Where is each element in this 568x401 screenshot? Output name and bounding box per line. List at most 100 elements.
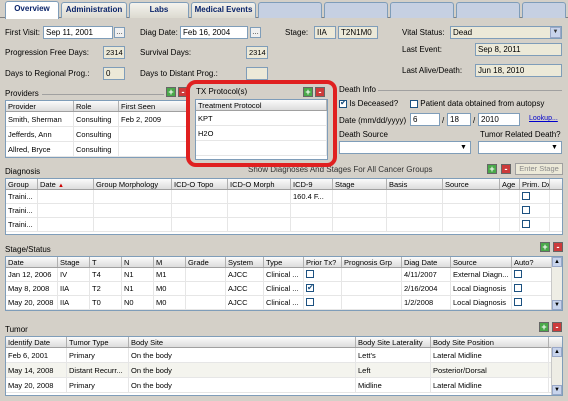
- stage-scrollbar[interactable]: ▲ ▼: [551, 257, 562, 310]
- stage-col[interactable]: Type: [264, 257, 304, 267]
- prior-tx-checkbox[interactable]: [304, 296, 342, 309]
- tumor-remove-button[interactable]: -: [552, 322, 562, 332]
- tumor-add-button[interactable]: +: [539, 322, 549, 332]
- enter-stage-button[interactable]: Enter Stage: [515, 163, 563, 175]
- diag-col[interactable]: ICD-O Topo: [172, 179, 228, 189]
- tx-remove-button[interactable]: -: [315, 87, 325, 97]
- diag-icd9: 160.4 F...: [291, 190, 333, 203]
- table-row[interactable]: May 20, 2008 IIA T0 N0 M0 AJCC Clinical …: [6, 296, 562, 310]
- stage-col[interactable]: Stage: [58, 257, 90, 267]
- table-row[interactable]: Traini...: [6, 204, 562, 218]
- prior-tx-checkbox[interactable]: [304, 282, 342, 295]
- diagnosis-remove-button[interactable]: -: [501, 164, 511, 174]
- prim-dx-checkbox[interactable]: [520, 190, 550, 203]
- tumor-col[interactable]: Body Site Laterality: [356, 337, 431, 347]
- diag-col[interactable]: ICD-9: [291, 179, 333, 189]
- tumor-col[interactable]: Identify Date: [6, 337, 67, 347]
- tab-obscured-5[interactable]: [522, 2, 566, 18]
- death-month-field[interactable]: 6: [410, 113, 440, 126]
- stage-remove-button[interactable]: -: [553, 242, 563, 252]
- providers-add-button[interactable]: +: [166, 87, 176, 97]
- vital-status-select[interactable]: Dead: [450, 26, 562, 39]
- tab-obscured-2[interactable]: [324, 2, 388, 18]
- table-row[interactable]: [196, 141, 327, 156]
- table-row[interactable]: Traini...: [6, 218, 562, 232]
- stage-col[interactable]: System: [226, 257, 264, 267]
- table-row[interactable]: May 14, 2008 Distant Recurr... On the bo…: [6, 363, 562, 378]
- vital-status-dropdown-icon[interactable]: ▼: [550, 27, 561, 38]
- diag-col[interactable]: Date ▲: [38, 179, 94, 189]
- tumor-col[interactable]: Body Site Position: [431, 337, 549, 347]
- first-visit-picker-button[interactable]: …: [114, 27, 125, 38]
- diag-col[interactable]: Prim. Dx: [520, 179, 550, 189]
- death-day-field[interactable]: 18: [447, 113, 471, 126]
- table-row[interactable]: Traini... 160.4 F...: [6, 190, 562, 204]
- diag-col[interactable]: Group: [6, 179, 38, 189]
- stage-add-button[interactable]: +: [540, 242, 550, 252]
- is-deceased-checkbox[interactable]: Is Deceased?: [339, 98, 398, 109]
- table-row[interactable]: H2O: [196, 126, 327, 141]
- table-row[interactable]: KPT: [196, 111, 327, 126]
- tab-medical-events[interactable]: Medical Events: [191, 2, 256, 18]
- tab-administration[interactable]: Administration: [61, 2, 127, 18]
- table-row[interactable]: Allred, Bryce Consulting: [6, 142, 190, 157]
- table-row[interactable]: Jefferds, Ann Consulting: [6, 127, 190, 142]
- tumor-related-select[interactable]: [478, 141, 562, 154]
- providers-col-role[interactable]: Role: [74, 101, 119, 111]
- table-row[interactable]: Smith, Sherman Consulting Feb 2, 2009: [6, 112, 190, 127]
- tumor-col[interactable]: Tumor Type: [67, 337, 129, 347]
- death-year-field[interactable]: 2010: [478, 113, 520, 126]
- diagnosis-add-button[interactable]: +: [487, 164, 497, 174]
- stage-col[interactable]: M: [154, 257, 186, 267]
- tumor-scrollbar[interactable]: ▲ ▼: [551, 347, 562, 395]
- diag-col[interactable]: Age: [500, 179, 520, 189]
- diag-date-picker-button[interactable]: …: [250, 27, 261, 38]
- scroll-down-icon[interactable]: ▼: [552, 385, 562, 395]
- table-row[interactable]: May 8, 2008 IIA T2 N1 M0 AJCC Clinical .…: [6, 282, 562, 296]
- tumor-body-site: On the body: [129, 378, 356, 392]
- table-row[interactable]: Jan 12, 2006 IV T4 N1 M1 AJCC Clinical .…: [6, 268, 562, 282]
- stage-col[interactable]: Prognosis Grp: [342, 257, 402, 267]
- tab-obscured-3[interactable]: [390, 2, 454, 18]
- prim-dx-checkbox[interactable]: [520, 218, 550, 231]
- table-row[interactable]: May 20, 2008 Primary On the body Midline…: [6, 378, 562, 393]
- stage-col[interactable]: Prior Tx?: [304, 257, 342, 267]
- diag-date-field[interactable]: Feb 16, 2004: [180, 26, 248, 39]
- diag-col[interactable]: Source: [443, 179, 500, 189]
- tab-overview[interactable]: Overview: [5, 1, 59, 19]
- lookup-link[interactable]: Lookup...: [529, 114, 558, 124]
- diag-col[interactable]: Group Morphology: [94, 179, 172, 189]
- stage-system: AJCC: [226, 296, 264, 309]
- death-source-select[interactable]: [339, 141, 471, 154]
- first-visit-field[interactable]: Sep 11, 2001: [43, 26, 113, 39]
- diag-col[interactable]: Stage: [333, 179, 387, 189]
- tx-col-treatment-protocol[interactable]: Treatment Protocol: [196, 100, 327, 110]
- scroll-up-icon[interactable]: ▲: [552, 257, 562, 267]
- date-slash-icon: /: [442, 116, 445, 125]
- table-row[interactable]: Feb 6, 2001 Primary On the body Lett's L…: [6, 348, 562, 363]
- chevron-down-icon[interactable]: ▼: [551, 143, 558, 153]
- stage-col[interactable]: Diag Date: [402, 257, 451, 267]
- tab-labs[interactable]: Labs: [129, 2, 189, 18]
- tx-add-button[interactable]: +: [303, 87, 313, 97]
- diag-col[interactable]: Basis: [387, 179, 443, 189]
- stage-col[interactable]: Date: [6, 257, 58, 267]
- prim-dx-checkbox[interactable]: [520, 204, 550, 217]
- providers-col-provider[interactable]: Provider: [6, 101, 74, 111]
- tab-obscured-4[interactable]: [456, 2, 520, 18]
- stage-col[interactable]: T: [90, 257, 122, 267]
- stage-col[interactable]: Grade: [186, 257, 226, 267]
- chevron-down-icon[interactable]: ▼: [460, 143, 467, 153]
- scroll-down-icon[interactable]: ▼: [552, 300, 562, 310]
- prior-tx-checkbox[interactable]: [304, 268, 342, 281]
- tumor-body-site: On the body: [129, 348, 356, 362]
- stage-col[interactable]: Source: [451, 257, 512, 267]
- tab-obscured-1[interactable]: [258, 2, 322, 18]
- stage-col[interactable]: N: [122, 257, 154, 267]
- scroll-up-icon[interactable]: ▲: [552, 347, 562, 357]
- autopsy-checkbox[interactable]: Patient data obtained from autopsy: [410, 99, 544, 109]
- provider-role: Consulting: [74, 142, 119, 156]
- tumor-col[interactable]: Body Site: [129, 337, 356, 347]
- providers-col-first-seen[interactable]: First Seen: [119, 101, 190, 111]
- diag-col[interactable]: ICD-O Morph: [228, 179, 291, 189]
